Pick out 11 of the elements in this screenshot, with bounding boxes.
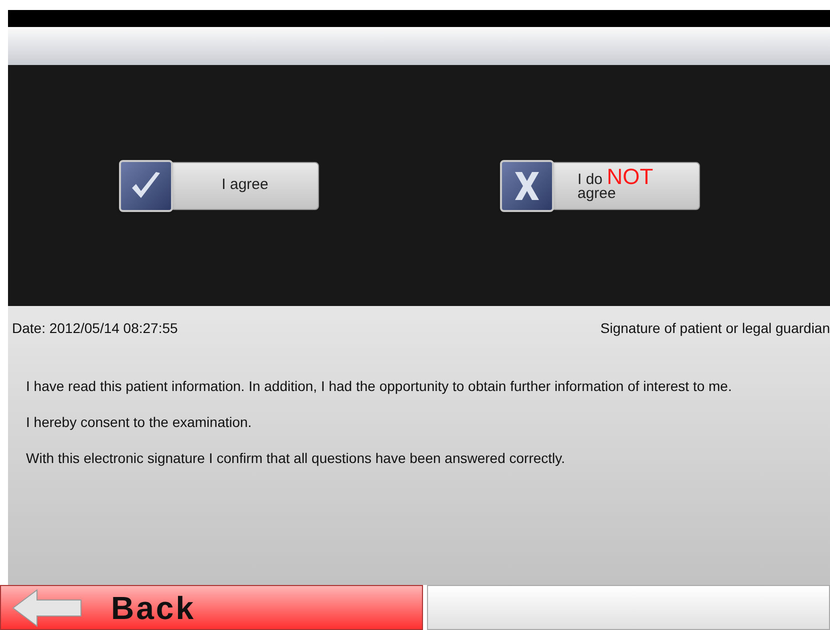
consent-text: I have read this patient information. In addition, I had the opportunity to obtain further information of interest to me. <box>26 377 733 395</box>
consent-text: I hereby consent to the examination. <box>26 413 253 431</box>
close-icon <box>500 160 554 212</box>
consent-text: With this electronic signature I confirm that all questions have been answered correctly. <box>26 449 566 467</box>
back-arrow-icon <box>11 588 83 628</box>
date-text: Date: 2012/05/14 08:27:55 <box>12 319 178 338</box>
signature-label: Signature of patient or legal guardian <box>600 319 830 338</box>
check-icon <box>118 160 172 212</box>
agree-button[interactable]: I agree <box>118 162 318 210</box>
disagree-button[interactable]: I do NOT agree <box>500 162 700 210</box>
back-button[interactable]: Back <box>0 585 423 630</box>
